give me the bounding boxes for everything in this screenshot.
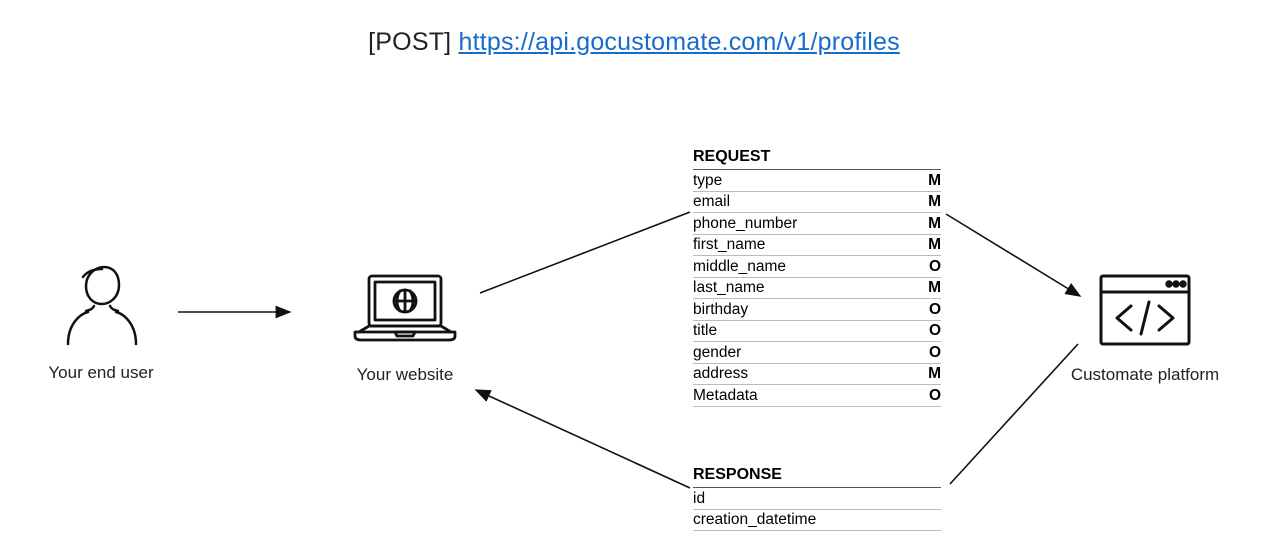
field-required: M [928, 236, 941, 254]
platform-node: Customate platform [1060, 270, 1230, 385]
request-row: last_name M [693, 278, 941, 300]
request-row: first_name M [693, 235, 941, 257]
field-name: id [693, 490, 705, 508]
field-required: O [929, 258, 941, 276]
field-required: O [929, 387, 941, 405]
field-name: gender [693, 344, 741, 362]
request-row: birthday O [693, 299, 941, 321]
request-row: middle_name O [693, 256, 941, 278]
field-required: M [928, 172, 941, 190]
end-user-label: Your end user [46, 363, 156, 383]
field-required: M [928, 365, 941, 383]
field-name: birthday [693, 301, 748, 319]
field-name: creation_datetime [693, 511, 816, 529]
header-line: [POST] https://api.gocustomate.com/v1/pr… [0, 0, 1268, 57]
field-required: O [929, 322, 941, 340]
field-required: M [928, 215, 941, 233]
api-url-link[interactable]: https://api.gocustomate.com/v1/profiles [458, 28, 899, 56]
field-required: M [928, 193, 941, 211]
user-icon [56, 258, 146, 348]
request-row: title O [693, 321, 941, 343]
field-name: Metadata [693, 387, 758, 405]
field-required: O [929, 344, 941, 362]
field-name: email [693, 193, 730, 211]
request-table: REQUEST type Memail Mphone_number Mfirst_na… [693, 148, 941, 407]
field-required: M [928, 279, 941, 297]
request-title: REQUEST [693, 148, 941, 170]
request-row: type M [693, 170, 941, 192]
request-row: Metadata O [693, 385, 941, 407]
laptop-icon [345, 270, 465, 350]
code-window-icon [1095, 270, 1195, 350]
end-user-node: Your end user [46, 258, 156, 383]
request-row: address M [693, 364, 941, 386]
response-table: RESPONSE id creation_datetime [693, 466, 941, 531]
method-tag: [POST] [368, 28, 451, 56]
response-title: RESPONSE [693, 466, 941, 488]
field-name: address [693, 365, 748, 383]
field-required: O [929, 301, 941, 319]
field-name: middle_name [693, 258, 786, 276]
website-label: Your website [340, 365, 470, 385]
field-name: last_name [693, 279, 765, 297]
response-row: id [693, 488, 941, 510]
response-row: creation_datetime [693, 510, 941, 532]
field-name: first_name [693, 236, 765, 254]
request-row: phone_number M [693, 213, 941, 235]
request-row: gender O [693, 342, 941, 364]
field-name: phone_number [693, 215, 797, 233]
platform-label: Customate platform [1060, 365, 1230, 385]
request-row: email M [693, 192, 941, 214]
website-node: Your website [340, 270, 470, 385]
field-name: type [693, 172, 722, 190]
field-name: title [693, 322, 717, 340]
